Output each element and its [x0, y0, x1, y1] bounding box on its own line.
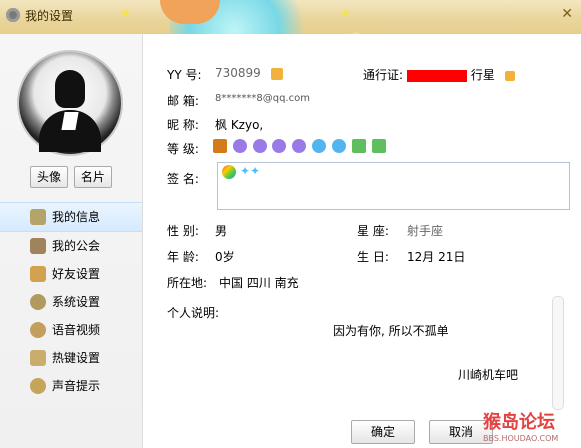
rainbow-icon: [222, 165, 236, 179]
flag-icon: [30, 238, 46, 254]
location-label: 所在地:: [167, 276, 208, 290]
diamond-icon: [312, 138, 327, 153]
watermark: 猴岛论坛 BBS.HOUDAO.COM: [483, 408, 558, 443]
level-icon: [252, 138, 267, 153]
verified-badge-icon: [270, 67, 283, 80]
watermark-url: BBS.HOUDAO.COM: [483, 434, 559, 443]
star-icon: ★: [340, 6, 351, 20]
sidebar: 头像 名片 我的信息 我的公会 好友设置 系统设置 语音视频 热键设置 声音提示: [0, 34, 143, 448]
sidebar-item-guild[interactable]: 我的公会: [0, 232, 142, 260]
ok-button[interactable]: 确定: [351, 420, 415, 444]
birthday-label: 生 日:: [357, 250, 389, 264]
about-label: 个人说明:: [167, 306, 220, 320]
gender-value: 男: [215, 224, 228, 238]
age-label: 年 龄:: [167, 250, 199, 264]
nickname-label: 昵 称:: [167, 118, 199, 132]
pass-label: 通行证:: [363, 68, 404, 82]
redacted-bar: [407, 69, 467, 82]
level-icon: [232, 138, 247, 153]
signature-label: 签 名:: [167, 172, 199, 186]
yy-value: 730899: [215, 66, 261, 80]
gender-label: 性 别:: [167, 224, 199, 238]
diamond-icon: [331, 138, 346, 153]
sidebar-item-label: 语音视频: [52, 323, 101, 337]
level-icon: [272, 138, 287, 153]
star-icon: ✦✦: [240, 164, 261, 178]
profile-icon: [30, 209, 46, 225]
zodiac-label: 星 座:: [357, 224, 389, 238]
sidebar-item-label: 声音提示: [52, 379, 101, 393]
about-scrollbar[interactable]: [552, 296, 564, 410]
avatar-buttons: 头像 名片: [30, 166, 112, 188]
sidebar-menu: 我的信息 我的公会 好友设置 系统设置 语音视频 热键设置 声音提示: [0, 202, 142, 400]
sidebar-item-system[interactable]: 系统设置: [0, 288, 142, 316]
pass-value: 行星: [470, 68, 495, 82]
sidebar-item-my-info[interactable]: 我的信息: [0, 202, 142, 232]
email-label: 邮 箱:: [167, 94, 199, 108]
sidebar-item-label: 好友设置: [52, 267, 101, 281]
title-bar: 我的设置 ★ ★ ★ ✕: [0, 0, 581, 42]
watermark-title: 猴岛论坛: [483, 412, 555, 433]
about-text: 因为有你, 所以不孤单: [333, 324, 449, 338]
close-icon[interactable]: ✕: [561, 6, 573, 22]
level-icons: [213, 138, 388, 153]
microphone-icon: [30, 322, 46, 338]
avatar-face: [55, 70, 85, 108]
window-title: 我的设置: [25, 9, 74, 23]
leaf-icon: [351, 138, 366, 153]
zodiac-value: 射手座: [407, 224, 444, 238]
sidebar-item-sound[interactable]: 声音提示: [0, 372, 142, 400]
email-value: 8*******8@qq.com: [215, 93, 310, 104]
location-value: 中国 四川 南充: [219, 276, 299, 290]
avatar-button[interactable]: 头像: [30, 166, 68, 188]
level-label: 等 级:: [167, 142, 199, 156]
crown-icon: [213, 138, 227, 153]
music-icon: [30, 378, 46, 394]
profile-panel: YY 号: 730899 通行证: 行星 邮 箱: 8*******8@qq.c…: [143, 34, 581, 448]
nickname-value: 枫 Kzyo,: [215, 118, 264, 132]
leaf-icon: [371, 138, 386, 153]
pass-icon: [504, 70, 515, 81]
signature-box[interactable]: ✦✦: [217, 162, 570, 210]
sidebar-item-label: 我的信息: [52, 210, 101, 224]
sidebar-item-hotkeys[interactable]: 热键设置: [0, 344, 142, 372]
settings-icon: [6, 8, 20, 22]
gear-icon: [30, 294, 46, 310]
sidebar-item-label: 我的公会: [52, 239, 101, 253]
about-footer: 川崎机车吧: [458, 368, 519, 382]
card-button[interactable]: 名片: [73, 166, 112, 188]
friends-icon: [30, 266, 46, 282]
age-value: 0岁: [215, 250, 235, 264]
sidebar-item-voice-video[interactable]: 语音视频: [0, 316, 142, 344]
sidebar-item-friends[interactable]: 好友设置: [0, 260, 142, 288]
star-icon: ★: [120, 6, 131, 20]
level-icon: [292, 138, 307, 153]
hotkey-icon: [30, 350, 46, 366]
yy-label: YY 号:: [167, 68, 202, 82]
sidebar-item-label: 热键设置: [52, 351, 101, 365]
avatar[interactable]: [19, 52, 121, 154]
sidebar-item-label: 系统设置: [52, 295, 101, 309]
birthday-value: 12月 21日: [407, 250, 466, 264]
